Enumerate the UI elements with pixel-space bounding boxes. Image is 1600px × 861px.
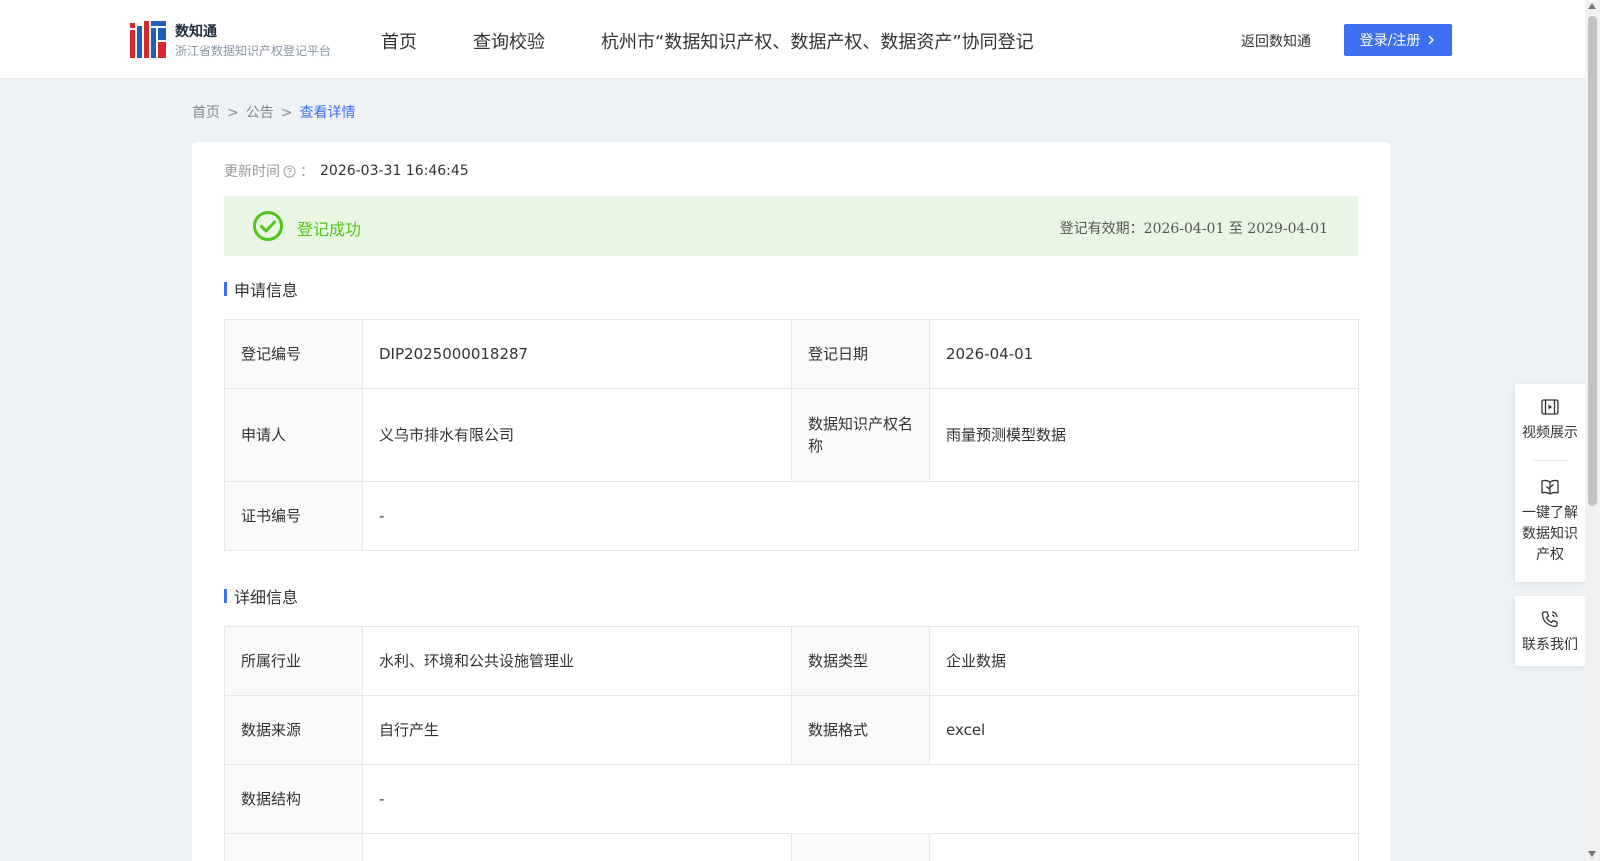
section-title-bar — [224, 589, 227, 603]
nav-home[interactable]: 首页 — [381, 28, 417, 54]
phone-icon — [1541, 611, 1558, 628]
breadcrumb-separator: > — [227, 105, 239, 121]
brand-subtitle: 浙江省数据知识产权登记平台 — [175, 44, 332, 58]
back-to-shuzhitong-link[interactable]: 返回数知通 — [1241, 31, 1311, 51]
detail-card: 更新时间 ： 2026-03-31 16:46:45 登记成功 登记有效期：20… — [192, 142, 1390, 861]
scroll-up-arrow-icon[interactable] — [1588, 3, 1596, 9]
login-register-button[interactable]: 登录/注册 — [1344, 24, 1452, 56]
question-circle-icon[interactable] — [283, 164, 296, 178]
section-title-apply: 申请信息 — [224, 277, 298, 301]
section-title-text: 申请信息 — [234, 281, 299, 300]
table-cell — [224, 833, 363, 861]
breadcrumb-current: 查看详情 — [299, 105, 356, 121]
brand-name[interactable]: 数知通 — [175, 21, 217, 41]
applicant-label: 申请人 — [224, 388, 363, 482]
breadcrumb: 首页 > 公告 > 查看详情 — [192, 102, 355, 122]
scrollbar-thumb[interactable] — [1588, 16, 1597, 506]
video-icon — [1541, 399, 1559, 415]
side-video-button[interactable]: 视频展示 — [1515, 397, 1585, 444]
validity-label: 登记有效期： — [1059, 221, 1144, 237]
section-title-bar — [224, 282, 227, 296]
reg-no-value: DIP2025000018287 — [362, 319, 792, 389]
applicant-value: 义乌市排水有限公司 — [362, 388, 792, 482]
nav-query-verify[interactable]: 查询校验 — [473, 28, 545, 54]
registration-status-banner: 登记成功 登记有效期：2026-04-01 至 2029-04-01 — [224, 196, 1358, 256]
section-title-text: 详细信息 — [234, 588, 299, 607]
industry-label: 所属行业 — [224, 626, 363, 696]
table-cell — [929, 833, 1359, 861]
side-video-label: 视频展示 — [1522, 425, 1578, 441]
breadcrumb-home[interactable]: 首页 — [192, 102, 220, 122]
table-row — [224, 833, 1359, 861]
update-time-row: 更新时间 ： 2026-03-31 16:46:45 — [224, 161, 469, 181]
industry-value: 水利、环境和公共设施管理业 — [362, 626, 792, 696]
table-cell — [791, 833, 930, 861]
data-type-label: 数据类型 — [791, 626, 930, 696]
table-cell — [362, 833, 792, 861]
data-structure-value: - — [362, 764, 1359, 834]
check-circle-icon — [253, 211, 283, 241]
side-learn-button[interactable]: 一键了解数据知识产权 — [1515, 477, 1585, 566]
side-learn-label: 一键了解数据知识产权 — [1522, 505, 1578, 563]
chevron-right-icon — [1428, 35, 1435, 45]
breadcrumb-notice[interactable]: 公告 — [246, 102, 274, 122]
data-structure-label: 数据结构 — [224, 764, 363, 834]
ip-name-value: 雨量预测模型数据 — [929, 388, 1359, 482]
apply-info-table: 登记编号 DIP2025000018287 登记日期 2026-04-01 申请… — [224, 319, 1359, 551]
table-row: 申请人 义乌市排水有限公司 数据知识产权名称 雨量预测模型数据 — [224, 388, 1359, 482]
cert-no-value: - — [362, 481, 1359, 551]
breadcrumb-separator: > — [280, 105, 293, 121]
table-row: 数据结构 - — [224, 764, 1359, 834]
data-format-label: 数据格式 — [791, 695, 930, 765]
data-source-value: 自行产生 — [362, 695, 792, 765]
data-source-label: 数据来源 — [224, 695, 363, 765]
side-contact-button[interactable]: 联系我们 — [1515, 609, 1585, 656]
table-row: 证书编号 - — [224, 481, 1359, 551]
update-time-label: 更新时间 — [224, 164, 280, 180]
reg-date-value: 2026-04-01 — [929, 319, 1359, 389]
table-row: 所属行业 水利、环境和公共设施管理业 数据类型 企业数据 — [224, 626, 1359, 696]
reg-date-label: 登记日期 — [791, 319, 930, 389]
validity-to: 2029-04-01 — [1247, 221, 1328, 237]
cert-no-label: 证书编号 — [224, 481, 363, 551]
table-row: 数据来源 自行产生 数据格式 excel — [224, 695, 1359, 765]
side-contact-label: 联系我们 — [1522, 637, 1578, 653]
data-format-value: excel — [929, 695, 1359, 765]
validity-to-word: 至 — [1228, 221, 1243, 237]
validity-from: 2026-04-01 — [1143, 221, 1225, 237]
data-type-value: 企业数据 — [929, 626, 1359, 696]
floating-side-panel: 视频展示 一键了解数据知识产权 — [1515, 384, 1585, 582]
nav-hangzhou-registration[interactable]: 杭州市“数据知识产权、数据产权、数据资产”协同登记 — [601, 28, 1034, 54]
detail-info-table: 所属行业 水利、环境和公共设施管理业 数据类型 企业数据 数据来源 自行产生 数… — [224, 626, 1359, 861]
update-time-colon: ： — [300, 164, 314, 180]
login-register-label: 登录/注册 — [1359, 33, 1421, 49]
ip-name-label: 数据知识产权名称 — [791, 388, 930, 482]
validity-period: 登记有效期：2026-04-01 至 2029-04-01 — [1060, 218, 1328, 238]
section-title-detail: 详细信息 — [224, 584, 298, 608]
update-time-value: 2026-03-31 16:46:45 — [320, 163, 469, 179]
top-header: 数知通 浙江省数据知识产权登记平台 首页 查询校验 杭州市“数据知识产权、数据产… — [0, 0, 1585, 79]
reg-no-label: 登记编号 — [224, 319, 363, 389]
scroll-down-arrow-icon[interactable] — [1588, 851, 1596, 857]
page-scrollbar[interactable] — [1585, 0, 1600, 861]
side-divider — [1533, 460, 1567, 461]
status-text: 登记成功 — [297, 220, 362, 239]
side-contact-panel: 联系我们 — [1515, 596, 1585, 666]
table-row: 登记编号 DIP2025000018287 登记日期 2026-04-01 — [224, 319, 1359, 389]
book-icon — [1541, 479, 1559, 495]
platform-logo-icon[interactable] — [130, 21, 166, 58]
